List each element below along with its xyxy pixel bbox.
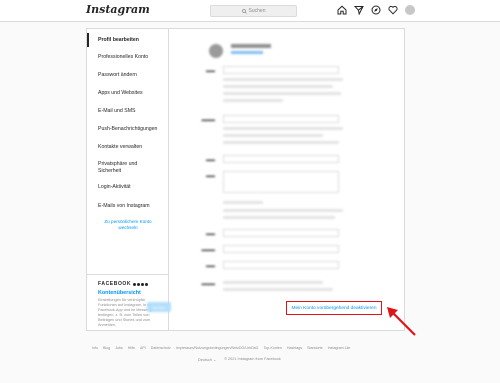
gender-field[interactable]	[223, 261, 339, 269]
chevron-down-icon: ⌄	[213, 358, 217, 362]
facebook-title: FACEBOOK	[98, 281, 162, 287]
sidebar-item-login-activity[interactable]: Login-Aktivität	[87, 184, 169, 191]
suggestions-hint	[223, 288, 333, 291]
username-hint	[223, 141, 339, 144]
facebook-accounts-center: FACEBOOK Kontenübersicht Einstellungen f…	[87, 274, 169, 328]
phone-field[interactable]	[223, 245, 339, 253]
sidebar-item-privacy-line1: Privatsphäre und	[98, 161, 138, 167]
sidebar-item-privacy-security[interactable]: Privatsphäre und Sicherheit	[87, 161, 169, 175]
name-hint	[223, 92, 341, 95]
submit-button[interactable]: Senden	[147, 302, 171, 312]
profile-avatar[interactable]	[405, 5, 415, 15]
username-hint	[223, 127, 343, 130]
sidebar-item-push-notifications[interactable]: Push-Benachrichtigungen	[87, 126, 169, 133]
top-nav-bar: Instagram Suchen	[0, 0, 500, 22]
instagram-logo[interactable]: Instagram	[86, 3, 150, 16]
deactivate-account-link[interactable]: Mein Konto vorübergehend deaktivieren	[286, 301, 382, 315]
heart-icon[interactable]	[388, 5, 398, 15]
footer-link[interactable]: API	[140, 346, 146, 350]
personal-info-hint	[223, 216, 335, 219]
suggestions-hint	[223, 281, 323, 284]
gender-label: ▬▬	[206, 263, 215, 268]
bio-label: ▬▬	[206, 173, 215, 178]
language-value: Deutsch	[198, 358, 212, 362]
accounts-center-link[interactable]: Kontenübersicht	[98, 290, 162, 296]
footer-link[interactable]: Instagram Lite	[328, 346, 351, 350]
username-label: ▬▬▬	[201, 117, 216, 122]
name-field[interactable]	[223, 66, 339, 74]
footer-link[interactable]: Hashtags	[287, 346, 302, 350]
facebook-title-text: FACEBOOK	[98, 281, 132, 287]
home-icon[interactable]	[337, 5, 347, 15]
sidebar-item-privacy-line2: Sicherheit	[98, 168, 122, 174]
change-profile-photo-link[interactable]	[231, 51, 263, 54]
suggestions-label: ▬▬▬	[201, 281, 216, 286]
search-placeholder: Suchen	[248, 8, 266, 14]
personal-info-heading	[223, 201, 263, 204]
settings-sidebar: Profil bearbeiten Professionelles Konto …	[87, 29, 169, 330]
facebook-apps-icon	[133, 282, 149, 286]
footer-link[interactable]: Datenschutz	[151, 346, 171, 350]
search-input[interactable]: Suchen	[210, 5, 297, 17]
direct-message-icon[interactable]	[354, 5, 364, 15]
website-label: ▬▬	[206, 157, 215, 162]
switch-link-line2: wechseln	[118, 225, 138, 230]
name-hint	[223, 99, 283, 102]
footer-link[interactable]: Blog	[103, 346, 110, 350]
sidebar-item-apps-websites[interactable]: Apps und Websites	[87, 90, 169, 97]
sidebar-item-professional-account[interactable]: Professionelles Konto	[87, 54, 169, 61]
name-hint	[223, 78, 343, 81]
footer-link[interactable]: Impressum/Nutzungsbedingungen/NetzDG/Urh…	[176, 346, 259, 350]
red-arrow-annotation	[387, 307, 416, 336]
footer-link[interactable]: Hilfe	[128, 346, 135, 350]
phone-label: ▬▬▬	[201, 247, 216, 252]
footer-bottom: Deutsch ⌄ © 2021 Instagram from Facebook	[198, 357, 281, 362]
sidebar-item-email-sms[interactable]: E-Mail und SMS	[87, 108, 169, 115]
bio-field[interactable]	[223, 171, 339, 193]
name-label: ▬▬	[206, 68, 215, 73]
sidebar-item-emails-from-instagram[interactable]: E-Mails von Instagram	[87, 203, 169, 210]
footer-link[interactable]: Info	[92, 346, 98, 350]
email-label: ▬▬	[206, 231, 215, 236]
email-field[interactable]	[223, 229, 339, 237]
footer-link[interactable]: Standorte	[307, 346, 323, 350]
switch-to-personal-account-link[interactable]: Zu persönlichem Konto wechseln	[87, 219, 169, 231]
copyright: © 2021 Instagram from Facebook	[224, 357, 281, 361]
explore-icon[interactable]	[371, 5, 381, 15]
profile-picture[interactable]	[209, 44, 223, 58]
settings-card: Profil bearbeiten Professionelles Konto …	[86, 28, 405, 331]
username-text	[231, 44, 271, 48]
edit-profile-form: ▬▬ ▬▬▬ ▬▬ ▬▬ ▬▬ ▬▬▬ ▬▬ ▬▬▬	[169, 29, 406, 330]
website-field[interactable]	[223, 155, 339, 163]
footer-link[interactable]: Jobs	[115, 346, 123, 350]
personal-info-hint	[223, 209, 343, 212]
name-hint	[223, 85, 333, 88]
sidebar-item-change-password[interactable]: Passwort ändern	[87, 72, 169, 79]
nav-icons	[337, 5, 415, 15]
language-select[interactable]: Deutsch ⌄	[198, 357, 216, 362]
username-field[interactable]	[223, 115, 339, 123]
search-icon	[241, 8, 247, 14]
sidebar-item-edit-profile[interactable]: Profil bearbeiten	[87, 33, 169, 47]
username-hint	[223, 134, 323, 137]
footer-link[interactable]: Top-Konten	[263, 346, 281, 350]
sidebar-item-manage-contacts[interactable]: Kontakte verwalten	[87, 144, 169, 151]
footer-links: Info Blog Jobs Hilfe API Datenschutz Imp…	[92, 346, 412, 350]
